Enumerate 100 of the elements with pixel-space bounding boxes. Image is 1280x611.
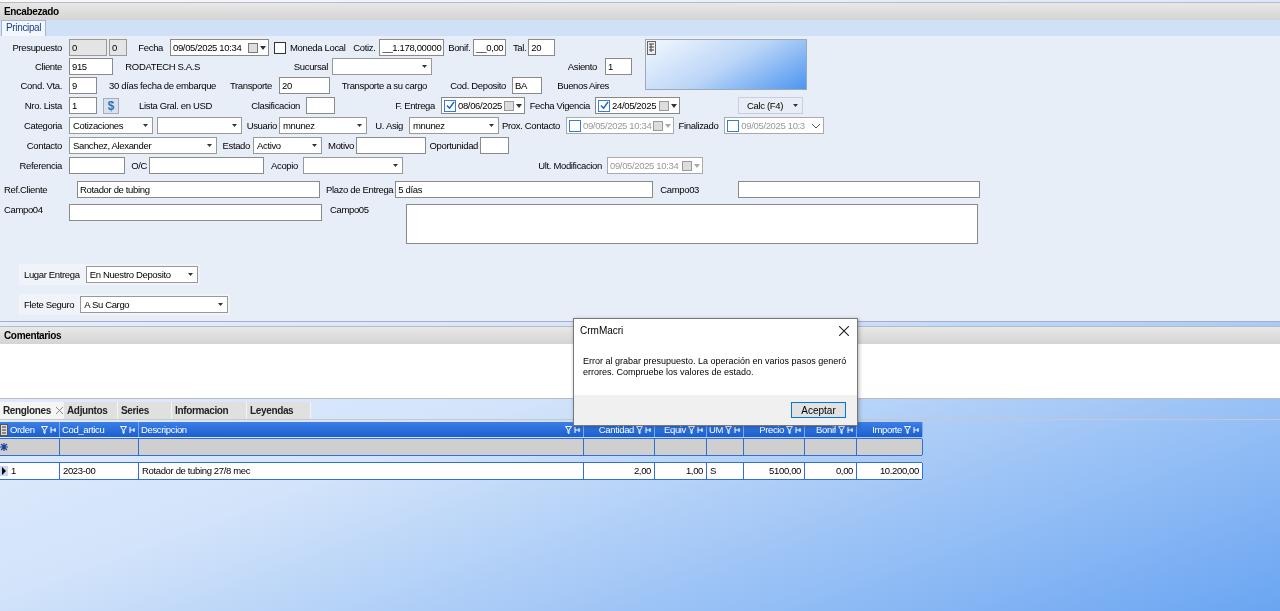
tab[interactable]: Leyendas [247,402,311,419]
filter-pin-icon[interactable] [565,425,581,434]
field-label: Prox. Contacto [502,120,560,131]
filter-pin-icon[interactable] [120,425,136,434]
text-field[interactable]: 1 [69,97,97,114]
column-header[interactable]: Cod_articu [60,422,139,437]
close-icon[interactable] [839,325,849,336]
dropdown-field[interactable]: mnunez [409,117,499,134]
column-chooser-icon[interactable] [0,423,8,436]
dropdown-field[interactable]: Sanchez, Alexander [69,137,217,154]
field-label: Clasificacion [250,100,300,111]
table-cell: 0,00 [805,463,857,479]
field-label: 30 días fecha de embarque [108,80,216,91]
field-label: Tal. [511,42,527,53]
text-field[interactable]: BA [512,77,542,94]
field-label: Flete Seguro [24,299,75,310]
dropdown-field[interactable]: A Su Cargo [80,296,229,313]
dropdown-field[interactable] [303,157,403,174]
text-field[interactable] [69,157,125,174]
text-field[interactable] [738,181,981,198]
field-label: Nro. Lista [23,100,62,111]
field-label: Ref.Cliente [4,184,48,195]
table-cell: 5100,00 [744,463,805,479]
text-field[interactable]: 1 [605,58,632,75]
table-cell: 2023-00 [60,463,139,479]
checkbox[interactable]: Moneda Local [274,41,346,54]
check-icon [445,101,455,110]
field-label: Fecha [137,42,163,53]
field-label: F. Entrega [394,100,435,111]
text-field[interactable] [149,157,264,174]
field-label: Campo03 [660,184,701,195]
dropdown-field[interactable]: mnunez [279,117,367,134]
tab[interactable]: Principal [1,20,47,36]
dropdown-arrow-icon [187,273,193,276]
table-cell: 1 [8,463,60,479]
price-list-button[interactable]: $ [103,97,119,114]
dropdown-field[interactable]: Calc (F4) [738,97,804,114]
dropdown-field[interactable]: Activo [253,137,322,154]
text-field[interactable]: 20 [279,77,330,94]
field-label: Oportunidad [428,140,478,151]
checkbox[interactable] [598,99,611,112]
field-label: Contacto [25,140,62,151]
text-field[interactable]: __1.178,00000 [379,39,445,56]
calendar-dropdown-icon [504,100,523,111]
dropdown-field[interactable] [157,117,242,134]
accept-button[interactable]: Aceptar [791,402,846,418]
filter-pin-icon[interactable] [904,425,920,434]
tab[interactable]: Renglones [0,402,64,419]
table-cell: S [707,463,744,479]
checkbox[interactable] [444,99,456,112]
text-area[interactable] [406,204,978,244]
text-field[interactable]: 915 [69,58,113,75]
section-title: Encabezado [4,6,59,17]
image-menu-icon[interactable] [647,41,656,55]
filter-pin-icon[interactable] [688,425,704,434]
text-field[interactable]: 0 [109,39,127,56]
field-label: Presupuesto [11,42,62,53]
table-cell: Rotador de tubing 27/8 mec [139,463,584,479]
text-field[interactable] [480,137,509,154]
table-cell: 2,00 [584,463,655,479]
filter-pin-icon[interactable] [41,425,57,434]
tab[interactable]: Adjuntos [64,402,118,419]
field-label: Campo04 [4,204,44,215]
dropdown-field[interactable]: Cotizaciones [69,117,153,134]
text-field[interactable] [306,97,335,114]
date-picker[interactable]: 24/05/2025 [595,97,681,114]
tab[interactable]: Series [118,402,172,419]
section-title: Comentarios [4,330,62,341]
filter-pin-icon[interactable] [838,425,854,434]
field-label: RODATECH S.A.S [124,61,200,72]
filter-pin-icon[interactable] [786,425,802,434]
filter-pin-icon[interactable] [725,425,741,434]
text-field[interactable] [69,204,322,221]
field-label: Referencia [18,160,62,171]
field-label: Plazo de Entrega [326,184,394,195]
field-label: Lista Gral. en USD [138,100,212,111]
check-icon [599,101,609,110]
date-picker[interactable]: 08/06/2025 [441,97,526,114]
field-label: Cliente [33,61,62,72]
text-field[interactable]: __0,00 [473,39,507,56]
field-label: Motivo [327,140,354,151]
text-field[interactable]: 20 [528,39,556,56]
field-label: Transporte [228,80,272,91]
filter-pin-icon[interactable] [636,425,652,434]
field-label: Cod. Deposito [449,80,506,91]
date-picker[interactable]: 09/05/2025 10:34 [170,39,269,56]
column-header[interactable]: Orden [8,422,60,437]
dropdown-field[interactable]: En Nuestro Deposito [85,266,198,283]
field-label: Bonif. [447,42,471,53]
dropdown-arrow-icon [793,104,799,107]
field-label: Campo05 [330,204,370,215]
text-field[interactable]: 0 [69,39,107,56]
text-field[interactable]: 5 días [395,181,654,198]
text-field[interactable] [356,137,426,154]
text-field[interactable]: Rotador de tubing [77,181,320,198]
table-cell: 10.200,00 [857,463,923,479]
tab[interactable]: Informacion [172,402,247,419]
dropdown-arrow-icon [489,124,494,127]
text-field[interactable]: 9 [69,77,97,94]
dropdown-field[interactable] [332,58,432,75]
